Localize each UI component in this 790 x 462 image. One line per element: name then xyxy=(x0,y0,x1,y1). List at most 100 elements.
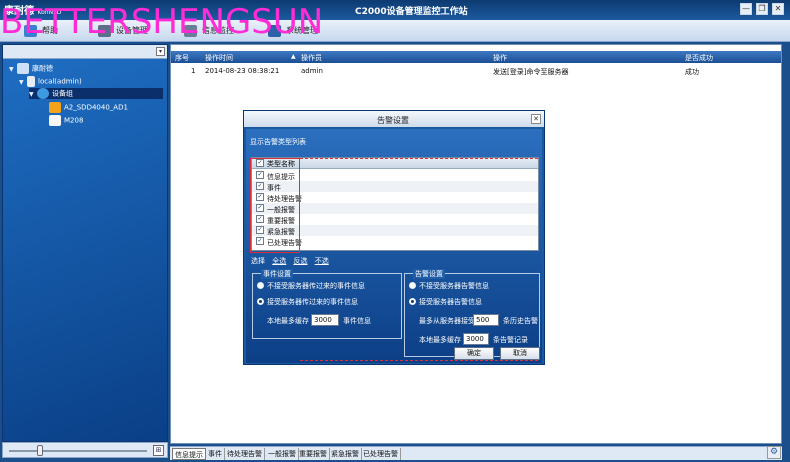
cell-no: 1 xyxy=(191,67,196,75)
list-item[interactable]: ✓ 一般报警 xyxy=(252,203,538,214)
device-tree-panel: ▾ ▼ 康耐德 ▼ local(admin) ▼ 设备组 A2_SDD4040_AD1… xyxy=(2,44,168,442)
checkbox[interactable]: ✓ xyxy=(256,171,264,179)
alarm-type-list-header: ✓ 类型名称 xyxy=(252,158,538,169)
list-item[interactable]: ✓ 事件 xyxy=(252,181,538,192)
event-cache-input[interactable]: 3000 xyxy=(311,314,339,326)
toolbar-system-label: 系统管理 xyxy=(286,26,318,35)
list-item[interactable]: ✓ 信息提示 xyxy=(252,170,538,181)
alarm-cache-suffix: 条告警记录 xyxy=(493,336,528,344)
toolbar-device-manage-label: 设备管理 xyxy=(116,26,148,35)
toolbar-system-button[interactable]: 系统管理 xyxy=(266,23,318,39)
tab-pending-alarm[interactable]: 待处理告警 xyxy=(225,448,265,460)
alarm-fetch-suffix: 条历史告警 xyxy=(503,317,538,325)
toolbar-monitor-label: 信息监控 xyxy=(202,26,234,35)
list-item[interactable]: ✓ 待处理告警 xyxy=(252,192,538,203)
event-reject-label: 不接受服务器传过来的事件信息 xyxy=(267,282,365,290)
tree-node-device[interactable]: M208 xyxy=(49,115,83,126)
tab-event[interactable]: 事件 xyxy=(206,448,225,460)
main-toolbar: 帮助 设备管理 信息监控 系统管理 xyxy=(0,20,790,42)
alarm-accept-radio[interactable] xyxy=(409,298,416,305)
checkbox[interactable]: ✓ xyxy=(256,215,264,223)
minimize-button[interactable]: — xyxy=(740,3,752,15)
select-all-checkbox[interactable]: ✓ xyxy=(256,159,264,167)
select-all-link[interactable]: 全选 xyxy=(272,257,286,265)
tree-node-device-label: A2_SDD4040_AD1 xyxy=(64,103,128,112)
collapse-icon[interactable]: ▼ xyxy=(29,91,37,98)
checkbox[interactable]: ✓ xyxy=(256,204,264,212)
toolbar-monitor-button[interactable]: 信息监控 xyxy=(182,23,234,39)
checkbox[interactable]: ✓ xyxy=(256,226,264,234)
event-accept-label: 接受服务器传过来的事件信息 xyxy=(267,298,358,306)
alarm-fetch-input[interactable]: 500 xyxy=(473,314,499,326)
column-header-success[interactable]: 是否成功 xyxy=(685,53,713,63)
alarm-fetch-prefix: 最多从服务器接受 xyxy=(419,317,475,325)
alarm-reject-label: 不接受服务器告警信息 xyxy=(419,282,489,290)
tree-dropdown-button[interactable]: ▾ xyxy=(156,47,165,56)
table-row[interactable]: 1 2014-08-23 08:38:21 admin 发送[登录]命令至服务器… xyxy=(171,65,781,77)
checkbox[interactable]: ✓ xyxy=(256,237,264,245)
dialog-close-button[interactable]: ✕ xyxy=(531,114,541,124)
tab-normal-alarm[interactable]: 一般报警 xyxy=(266,448,299,460)
system-icon xyxy=(268,25,281,37)
zoom-slider-knob[interactable] xyxy=(36,445,43,456)
column-header-time[interactable]: 操作时间 xyxy=(205,53,233,63)
help-icon xyxy=(24,25,37,37)
alarm-settings-title: 告警设置 xyxy=(413,269,445,279)
zoom-icon[interactable]: ⊞ xyxy=(153,445,164,456)
checkbox[interactable]: ✓ xyxy=(256,193,264,201)
checkbox[interactable]: ✓ xyxy=(256,182,264,190)
column-header-operator[interactable]: 操作员 xyxy=(301,53,322,63)
tree-node-server[interactable]: ▼ local(admin) xyxy=(19,76,82,87)
tab-info[interactable]: 信息提示 xyxy=(172,448,206,460)
event-cache-prefix: 本地最多缓存 xyxy=(267,317,309,325)
sort-asc-icon: ▲ xyxy=(291,53,296,60)
settings-gear-icon[interactable]: ⚙ xyxy=(767,446,781,459)
alarm-accept-label: 接受服务器告警信息 xyxy=(419,298,482,306)
logo-subtext: KonNaD xyxy=(37,9,62,16)
tree-node-device[interactable]: A2_SDD4040_AD1 xyxy=(49,102,128,113)
tree-node-server-label: local(admin) xyxy=(38,77,82,86)
tab-urgent-alarm[interactable]: 紧急报警 xyxy=(329,448,362,460)
app-logo: 康耐德 KonNaD xyxy=(4,2,61,17)
zoom-bar: ⊞ xyxy=(2,442,168,458)
tree-node-device-label: M208 xyxy=(64,116,84,125)
list-item[interactable]: ✓ 已处理告警 xyxy=(252,236,538,247)
cell-action: 发送[登录]命令至服务器 xyxy=(493,68,569,76)
alarm-cache-input[interactable]: 3000 xyxy=(463,333,489,345)
tree-node-group[interactable]: ▼ 设备组 xyxy=(29,88,163,99)
tab-handled-alarm[interactable]: 已处理告警 xyxy=(361,448,401,460)
server-icon xyxy=(27,76,35,87)
restore-button[interactable]: ❐ xyxy=(756,3,768,15)
select-label: 选择 xyxy=(251,257,265,265)
title-bar: 康耐德 KonNaD C2000设备管理监控工作站 — ❐ ✕ xyxy=(0,0,790,20)
dialog-body: 显示告警类型列表 ✓ 类型名称 ✓ 信息提示 ✓ 事件 ✓ 待处理告警 ✓ 一般报警 ✓… xyxy=(246,129,542,363)
window-title: C2000设备管理监控工作站 xyxy=(355,7,468,17)
list-item[interactable]: ✓ 紧急报警 xyxy=(252,225,538,236)
list-item[interactable]: ✓ 重要报警 xyxy=(252,214,538,225)
cell-success: 成功 xyxy=(685,68,699,76)
select-none-link[interactable]: 不选 xyxy=(315,257,329,265)
alarm-cache-prefix: 本地最多缓存 xyxy=(419,336,461,344)
collapse-icon[interactable]: ▼ xyxy=(19,79,27,86)
select-invert-link[interactable]: 反选 xyxy=(293,257,307,265)
right-edge xyxy=(782,44,790,462)
tree-header: ▾ xyxy=(3,45,167,59)
selection-links: 选择 全选 反选 不选 xyxy=(251,256,329,266)
toolbar-help-button[interactable]: 帮助 xyxy=(22,23,58,39)
column-header-action[interactable]: 操作 xyxy=(493,53,507,63)
column-header-no[interactable]: 序号 xyxy=(175,53,189,63)
tab-important-alarm[interactable]: 重要报警 xyxy=(297,448,330,460)
close-button[interactable]: ✕ xyxy=(772,3,784,15)
toolbar-device-manage-button[interactable]: 设备管理 xyxy=(96,23,148,39)
collapse-icon[interactable]: ▼ xyxy=(9,66,17,73)
ok-button[interactable]: 确定 xyxy=(454,347,494,360)
tree-node-root[interactable]: ▼ 康耐德 xyxy=(9,63,53,74)
event-settings-group: 事件设置 不接受服务器传过来的事件信息 接受服务器传过来的事件信息 本地最多缓存… xyxy=(252,269,402,339)
cancel-button[interactable]: 取消 xyxy=(500,347,540,360)
zoom-slider-track[interactable] xyxy=(9,450,147,452)
alarm-reject-radio[interactable] xyxy=(409,282,416,289)
event-accept-radio[interactable] xyxy=(257,298,264,305)
device-icon xyxy=(49,115,61,126)
event-reject-radio[interactable] xyxy=(257,282,264,289)
event-cache-suffix: 事件信息 xyxy=(343,317,371,325)
